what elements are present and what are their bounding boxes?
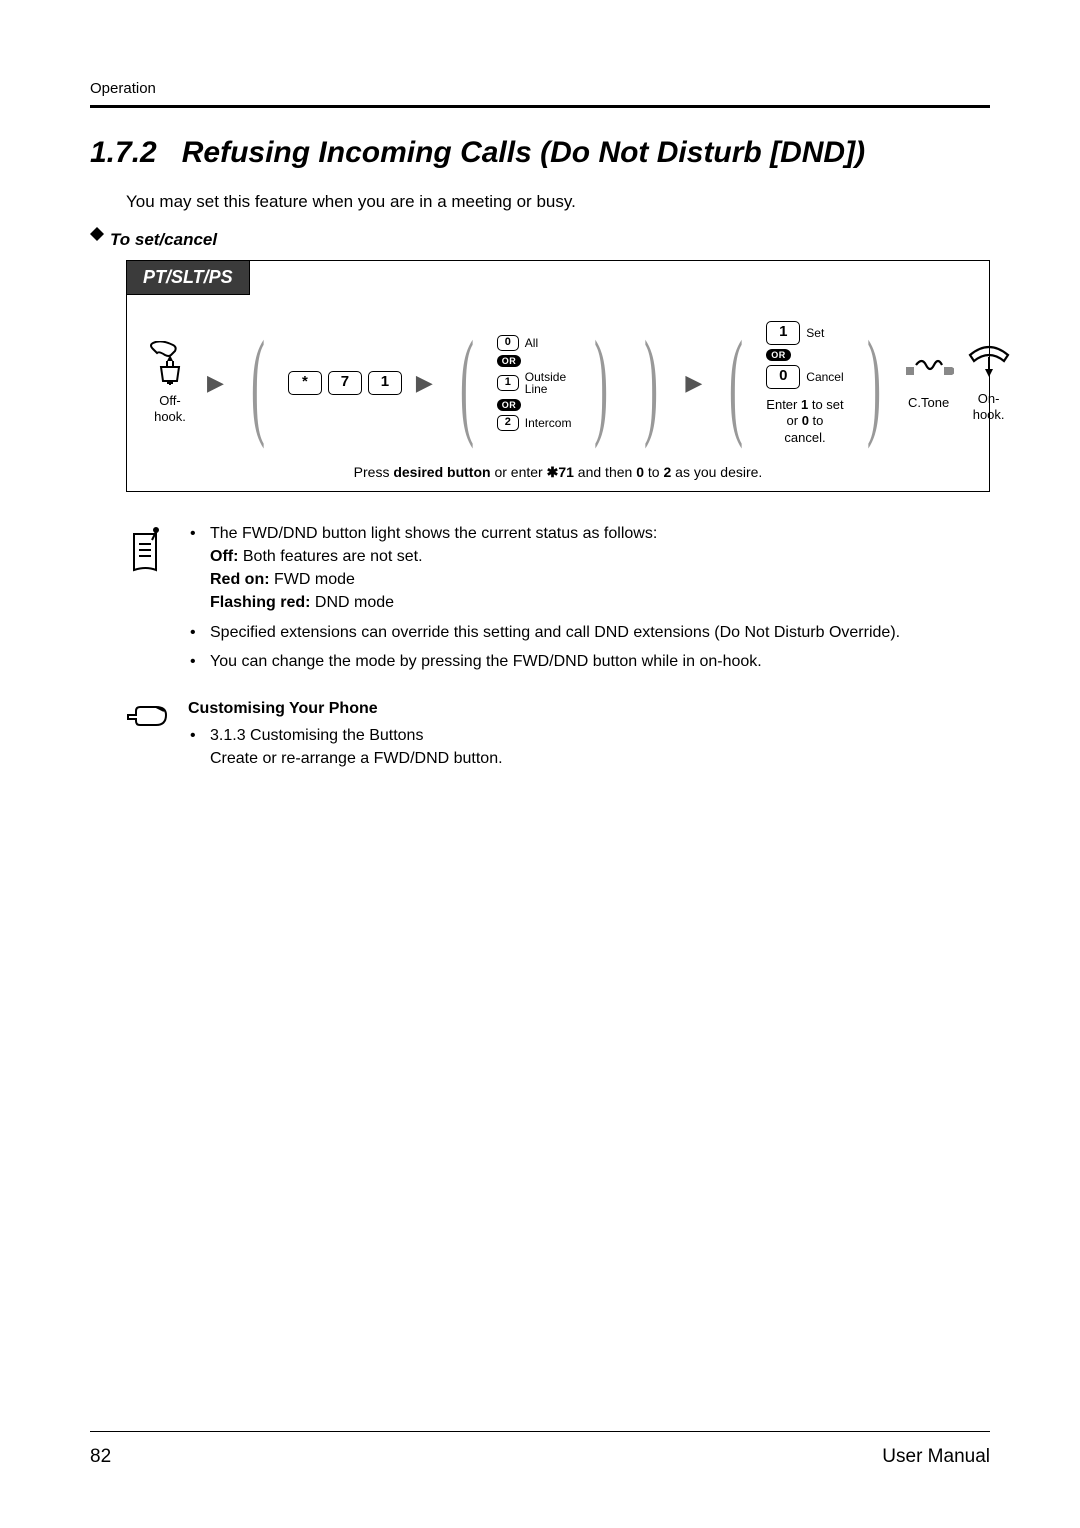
or-badge: OR xyxy=(497,355,522,367)
pointing-hand-icon xyxy=(126,701,168,731)
note-block-status: The FWD/DND button light shows the curre… xyxy=(126,522,990,679)
key-2-small: 2 xyxy=(497,415,519,431)
step-options: 0 All OR 1 Outside Line OR 2 Intercom xyxy=(497,335,572,431)
step-ctone: C.Tone xyxy=(904,355,954,411)
page-number: 82 xyxy=(90,1446,111,1468)
onhook-label: On-hook. xyxy=(964,391,1014,424)
setcancel-caption-b: or 0 to cancel. xyxy=(784,413,825,444)
key-0-cancel: 0 xyxy=(766,365,800,389)
flow-tab: PT/SLT/PS xyxy=(127,261,250,295)
key-1-small: 1 xyxy=(497,375,519,391)
rule-top xyxy=(90,105,990,108)
intro-text: You may set this feature when you are in… xyxy=(126,192,990,212)
label-set: Set xyxy=(806,326,824,340)
handset-onhook-icon xyxy=(964,343,1014,383)
bracket-open-icon: ( xyxy=(251,341,265,425)
or-badge: OR xyxy=(766,349,791,361)
key-star: * xyxy=(288,371,322,395)
note-block-customise: Customising Your Phone 3.1.3 Customising… xyxy=(126,697,990,777)
section-number: 1.7.2 xyxy=(90,136,157,169)
note-status: The FWD/DND button light shows the curre… xyxy=(206,522,900,615)
key-1: 1 xyxy=(368,371,402,395)
bracket-close-icon: ) xyxy=(867,341,881,425)
tone-icon xyxy=(904,355,954,387)
arrow-icon: ▶ xyxy=(203,370,228,396)
step-offhook: Off-hook. xyxy=(147,341,193,426)
step-onhook: On-hook. xyxy=(964,343,1014,424)
section-title-text: Refusing Incoming Calls (Do Not Disturb … xyxy=(182,136,865,169)
arrow-icon: ▶ xyxy=(412,370,437,396)
page-footer: 82 User Manual xyxy=(90,1431,990,1468)
subhead-text: To set/cancel xyxy=(110,230,217,249)
opt-outside: Outside Line xyxy=(525,371,572,395)
flow-diagram: PT/SLT/PS Off-hook. xyxy=(126,260,990,492)
key-0-small: 0 xyxy=(497,335,519,351)
customise-item: 3.1.3 Customising the Buttons Create or … xyxy=(206,724,503,770)
key-1-set: 1 xyxy=(766,321,800,345)
key-7: 7 xyxy=(328,371,362,395)
bracket-open-icon: ( xyxy=(729,341,743,425)
subhead: To set/cancel xyxy=(90,230,990,250)
flow-caption: Press desired button or enter ✱71 and th… xyxy=(147,464,969,481)
diamond-icon xyxy=(90,220,104,234)
notepad-icon xyxy=(126,526,166,574)
step-dial: * 7 1 xyxy=(288,371,402,395)
handset-offhook-icon xyxy=(147,341,193,385)
or-badge: OR xyxy=(497,399,522,411)
ctone-label: C.Tone xyxy=(908,395,949,411)
step-setcancel: 1 Set OR 0 Cancel Enter 1 to set or 0 to c… xyxy=(766,321,843,446)
note-override: Specified extensions can override this s… xyxy=(206,621,900,644)
bracket-close-icon: ) xyxy=(594,341,608,425)
opt-all: All xyxy=(525,336,538,350)
customise-heading: Customising Your Phone xyxy=(188,697,503,720)
footer-title: User Manual xyxy=(882,1446,990,1468)
section-title: 1.7.2 Refusing Incoming Calls (Do Not Di… xyxy=(90,136,990,170)
note-change-mode: You can change the mode by pressing the … xyxy=(206,650,900,673)
opt-intercom: Intercom xyxy=(525,416,572,430)
running-head: Operation xyxy=(90,80,990,97)
offhook-label: Off-hook. xyxy=(147,393,193,426)
bracket-open-icon: ( xyxy=(460,341,474,425)
bracket-close-icon: ) xyxy=(644,341,658,425)
arrow-icon: ▶ xyxy=(681,370,706,396)
label-cancel: Cancel xyxy=(806,370,843,384)
setcancel-caption-a: Enter 1 to set xyxy=(766,397,843,412)
